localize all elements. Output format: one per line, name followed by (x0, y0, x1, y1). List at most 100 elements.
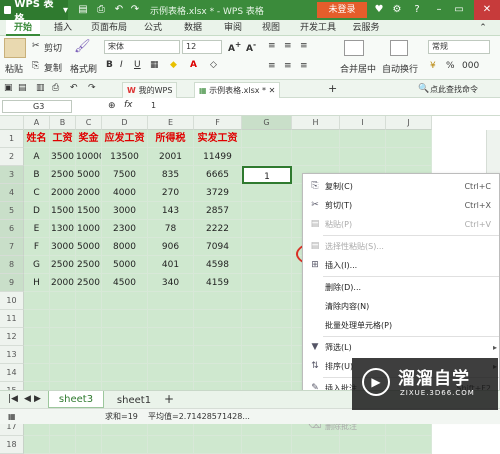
column-header-j[interactable]: J (386, 116, 432, 130)
skin-icon[interactable]: ♥ (372, 3, 386, 17)
cell-c14[interactable] (76, 364, 102, 382)
cell-e2[interactable]: 2001 (148, 148, 194, 166)
cell-d7[interactable]: 8000 (102, 238, 148, 256)
cell-e13[interactable] (148, 346, 194, 364)
wps-menu-button[interactable]: WPS 表格 ▾ (0, 0, 68, 25)
cell-h18[interactable] (292, 436, 340, 454)
cell-f10[interactable] (194, 292, 242, 310)
cell-c7[interactable]: 5000 (76, 238, 102, 256)
tab-close-icon[interactable]: ✕ (269, 86, 276, 95)
cell-g6[interactable] (242, 220, 292, 238)
tab-cloud[interactable]: 云服务 (346, 20, 386, 36)
paste-label[interactable]: 粘贴 (5, 62, 23, 75)
cell-f6[interactable]: 2222 (194, 220, 242, 238)
cell-f11[interactable] (194, 310, 242, 328)
cell-d13[interactable] (102, 346, 148, 364)
cell-d12[interactable] (102, 328, 148, 346)
menu-item-6[interactable]: 清除内容(N) (303, 297, 500, 316)
quick-undo-icon[interactable]: ↶ (70, 83, 78, 93)
row-header-6[interactable]: 6 (0, 220, 24, 238)
cell-a11[interactable] (24, 310, 50, 328)
tab-data[interactable]: 数据 (178, 20, 208, 36)
cut-icon[interactable]: ✂ (32, 41, 40, 51)
align-top-icon[interactable]: ≡ (268, 41, 276, 51)
cell-f13[interactable] (194, 346, 242, 364)
minimize-icon[interactable]: – (432, 3, 446, 17)
cell-d11[interactable] (102, 310, 148, 328)
cell-b8[interactable]: 2500 (50, 256, 76, 274)
cell-e12[interactable] (148, 328, 194, 346)
cell-c3[interactable]: 5000 (76, 166, 102, 184)
cell-b6[interactable]: 1300 (50, 220, 76, 238)
cell-f1[interactable]: 实发工资 (194, 130, 242, 148)
cell-f3[interactable]: 6665 (194, 166, 242, 184)
shrink-font-icon[interactable]: A- (246, 40, 256, 54)
border-icon[interactable]: ▦ (150, 60, 159, 70)
percent-icon[interactable]: % (446, 61, 455, 71)
cell-a1[interactable]: 姓名 (24, 130, 50, 148)
cell-b2[interactable]: 3500 (50, 148, 76, 166)
underline-icon[interactable]: U (134, 60, 141, 70)
column-header-b[interactable]: B (50, 116, 76, 130)
cell-b10[interactable] (50, 292, 76, 310)
cell-e5[interactable]: 143 (148, 202, 194, 220)
cell-e9[interactable]: 340 (148, 274, 194, 292)
cell-a3[interactable]: B (24, 166, 50, 184)
cell-g14[interactable] (242, 364, 292, 382)
save-icon[interactable]: ▤ (76, 3, 90, 17)
row-header-3[interactable]: 3 (0, 166, 24, 184)
tab-view[interactable]: 视图 (256, 20, 286, 36)
thousands-icon[interactable]: 000 (462, 61, 479, 71)
row-header-8[interactable]: 8 (0, 256, 24, 274)
cell-c5[interactable]: 1500 (76, 202, 102, 220)
cell-h2[interactable] (292, 148, 340, 166)
tab-review[interactable]: 审阅 (218, 20, 248, 36)
cell-d9[interactable]: 4500 (102, 274, 148, 292)
cell-g11[interactable] (242, 310, 292, 328)
column-header-f[interactable]: F (194, 116, 242, 130)
cell-b4[interactable]: 2000 (50, 184, 76, 202)
wrap-text-icon[interactable] (390, 40, 408, 56)
column-header-c[interactable]: C (76, 116, 102, 130)
cell-g1[interactable] (242, 130, 292, 148)
cell-a18[interactable] (24, 436, 50, 454)
cell-g8[interactable] (242, 256, 292, 274)
cell-c2[interactable]: 10000 (76, 148, 102, 166)
cell-f12[interactable] (194, 328, 242, 346)
currency-icon[interactable]: ¥ (430, 61, 436, 71)
menu-item-3[interactable]: ▤ 选择性粘贴(S)... (303, 237, 500, 256)
align-left-icon[interactable]: ≡ (268, 61, 276, 71)
cell-a12[interactable] (24, 328, 50, 346)
row-header-9[interactable]: 9 (0, 274, 24, 292)
align-middle-icon[interactable]: ≡ (284, 41, 292, 51)
next-sheet-icon[interactable]: ▶ (34, 394, 41, 404)
cell-e11[interactable] (148, 310, 194, 328)
cell-b11[interactable] (50, 310, 76, 328)
cell-b7[interactable]: 3000 (50, 238, 76, 256)
cell-a4[interactable]: C (24, 184, 50, 202)
column-header-g[interactable]: G (242, 116, 292, 130)
merge-center-icon[interactable] (344, 40, 364, 56)
cell-g13[interactable] (242, 346, 292, 364)
tab-my-wps[interactable]: W 我的WPS (122, 82, 178, 98)
menu-item-2[interactable]: ▤ 粘贴(P) Ctrl+V (303, 215, 500, 234)
cell-d10[interactable] (102, 292, 148, 310)
cell-i1[interactable] (340, 130, 386, 148)
cell-c10[interactable] (76, 292, 102, 310)
row-header-13[interactable]: 13 (0, 346, 24, 364)
sheet-tab-sheet1[interactable]: sheet1 (108, 393, 160, 408)
fill-color-icon[interactable]: ◆ (170, 60, 177, 70)
cell-b13[interactable] (50, 346, 76, 364)
row-header-1[interactable]: 1 (0, 130, 24, 148)
cell-d18[interactable] (102, 436, 148, 454)
cell-c18[interactable] (76, 436, 102, 454)
cell-c6[interactable]: 1000 (76, 220, 102, 238)
column-header-h[interactable]: H (292, 116, 340, 130)
cell-e4[interactable]: 270 (148, 184, 194, 202)
cell-f4[interactable]: 3729 (194, 184, 242, 202)
cell-g9[interactable] (242, 274, 292, 292)
row-header-12[interactable]: 12 (0, 328, 24, 346)
cell-b18[interactable] (50, 436, 76, 454)
zoom-icon[interactable]: ⊕ (108, 101, 116, 111)
print-icon[interactable]: ⎙ (94, 3, 108, 17)
